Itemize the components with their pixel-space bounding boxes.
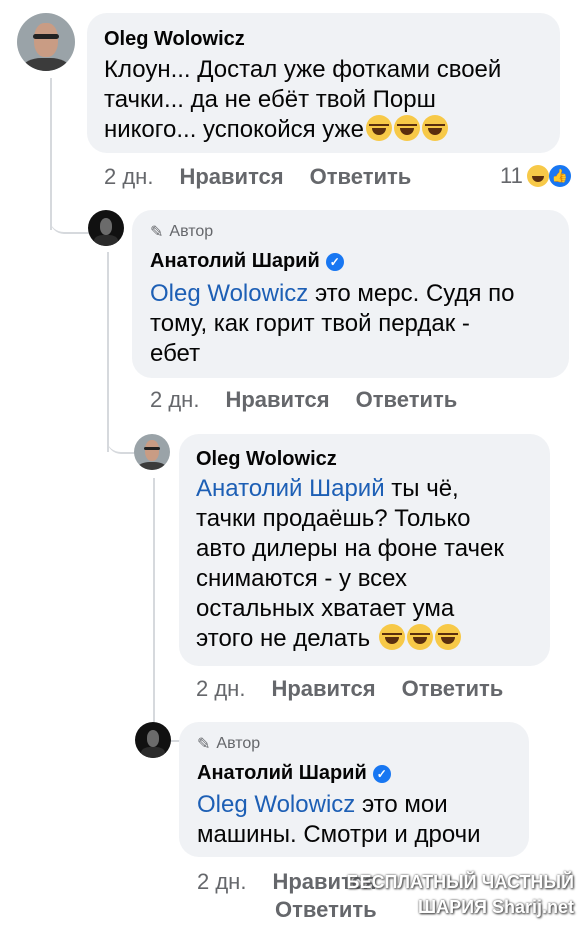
thread-connector <box>50 212 90 234</box>
tears-of-joy-icon <box>365 115 392 141</box>
pencil-icon: ✎ <box>150 224 164 241</box>
like-button[interactable]: Нравится <box>225 387 329 413</box>
watermark-line-2: ШАРИЯ Sharij.net <box>418 897 574 917</box>
shirt-shape <box>137 462 167 470</box>
thread-line-reply <box>107 252 109 452</box>
comment-line-text: этого не делать <box>196 625 371 652</box>
avatar[interactable] <box>134 434 170 470</box>
body-shape <box>94 235 118 246</box>
mention-link[interactable]: Oleg Wolowicz <box>197 791 355 818</box>
comment-line-text: никого... успокойся уже <box>104 116 364 143</box>
thread-line-reply <box>153 478 155 738</box>
like-reaction-icon: 👍 <box>546 163 573 189</box>
reply-button[interactable]: Ответить <box>275 897 377 923</box>
mention-link[interactable]: Анатолий Шарий <box>196 475 385 502</box>
reply-button[interactable]: Ответить <box>356 387 458 413</box>
author-badge: ✎ Автор <box>197 734 260 754</box>
comment-line: Анатолий Шарий ты чё, <box>196 474 546 504</box>
comment-line-text: это мои <box>355 791 448 818</box>
comment-line: тачки... да не ебёт твой Порш <box>104 86 436 113</box>
comment-line: авто дилеры на фоне тачек <box>196 535 504 562</box>
shirt-shape <box>22 58 70 71</box>
reply-button[interactable]: Ответить <box>310 164 412 190</box>
verified-badge-icon: ✓ <box>325 252 344 271</box>
comment-line: снимаются - у всех <box>196 565 407 592</box>
avatar[interactable] <box>17 13 75 71</box>
haha-reaction-icon <box>526 165 549 187</box>
commenter-name[interactable]: Oleg Wolowicz <box>104 28 245 51</box>
comment-text: Анатолий Шарий ты чё, тачки продаёшь? То… <box>196 474 546 654</box>
comment-actions: 2 дн. Нравится Ответить <box>104 164 411 190</box>
timestamp[interactable]: 2 дн. <box>104 164 153 190</box>
comment-line: машины. Смотри и дрочи <box>197 821 481 848</box>
face-shape <box>34 23 58 58</box>
commenter-name-text: Анатолий Шарий <box>197 762 367 784</box>
comment-line-text: это мерс. Судя по <box>308 280 515 307</box>
reaction-summary[interactable]: 11 👍 <box>500 163 573 189</box>
comment-line: этого не делать <box>196 624 546 654</box>
verified-badge-icon: ✓ <box>372 764 391 783</box>
avatar[interactable] <box>135 722 171 758</box>
author-badge-label: Автор <box>169 223 214 240</box>
comment-line: ебет <box>150 340 201 367</box>
timestamp[interactable]: 2 дн. <box>196 676 245 702</box>
reaction-count: 11 <box>500 163 523 188</box>
author-badge: ✎ Автор <box>150 222 213 242</box>
mention-link[interactable]: Oleg Wolowicz <box>150 280 308 307</box>
tears-of-joy-icon <box>393 115 420 141</box>
watermark-line-1: БЕСПЛАТНЫЙ ЧАСТНЫЙ <box>346 872 574 892</box>
comment-line: Клоун... Достал уже фотками своей <box>104 56 502 83</box>
comment-text: Клоун... Достал уже фотками своей тачки.… <box>104 55 554 145</box>
tears-of-joy-icon <box>406 624 433 650</box>
avatar[interactable] <box>88 210 124 246</box>
body-shape <box>141 747 165 758</box>
tears-of-joy-icon <box>434 624 461 650</box>
commenter-name-text: Анатолий Шарий <box>150 250 320 272</box>
comment-line: тому, как горит твой пердак - <box>150 310 470 337</box>
comment-line: тачки продаёшь? Только <box>196 505 471 532</box>
commenter-name[interactable]: Анатолий Шарий ✓ <box>150 250 344 273</box>
comment-line: остальных хватает ума <box>196 595 455 622</box>
comment-line: Oleg Wolowicz это мои <box>197 790 527 820</box>
comment-text: Oleg Wolowicz это мои машины. Смотри и д… <box>197 790 527 850</box>
thread-connector <box>107 432 135 454</box>
glasses-shape <box>32 33 60 40</box>
commenter-name[interactable]: Анатолий Шарий ✓ <box>197 762 391 785</box>
timestamp[interactable]: 2 дн. <box>197 869 246 895</box>
author-badge-label: Автор <box>216 735 261 752</box>
timestamp[interactable]: 2 дн. <box>150 387 199 413</box>
like-button[interactable]: Нравится <box>179 164 283 190</box>
head-shape <box>99 217 113 236</box>
pencil-icon: ✎ <box>197 736 211 753</box>
comment-text: Oleg Wolowicz это мерс. Судя по тому, ка… <box>150 279 560 369</box>
tears-of-joy-icon <box>421 115 448 141</box>
face-shape <box>144 440 160 462</box>
commenter-name[interactable]: Oleg Wolowicz <box>196 448 337 471</box>
tears-of-joy-icon <box>378 624 405 650</box>
comment-line: никого... успокойся уже <box>104 115 554 145</box>
comment-actions: 2 дн. Нравится Ответить <box>196 676 503 702</box>
like-button[interactable]: Нравится <box>271 676 375 702</box>
reply-button[interactable]: Ответить <box>402 676 504 702</box>
comment-line: Oleg Wolowicz это мерс. Судя по <box>150 279 560 309</box>
comment-actions: 2 дн. Нравится Ответить <box>150 387 457 413</box>
thread-line-main <box>50 78 52 230</box>
head-shape <box>146 729 160 748</box>
comment-line-text: ты чё, <box>384 475 459 502</box>
glasses-shape <box>143 446 161 451</box>
